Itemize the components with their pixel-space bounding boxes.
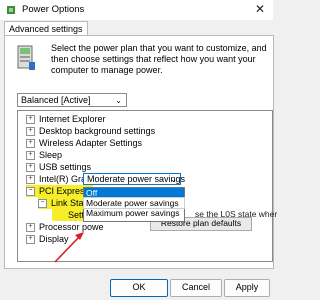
tree-item-processor-power[interactable]: + Processor powe [26, 221, 104, 233]
expand-icon[interactable]: + [26, 115, 35, 125]
expand-icon[interactable]: + [26, 235, 35, 245]
intro-text: Select the power plan that you want to c… [51, 43, 267, 75]
chevron-down-icon: ⌄ [170, 175, 177, 184]
power-plan-icon [17, 45, 35, 70]
collapse-icon[interactable]: − [26, 187, 35, 197]
expand-icon[interactable]: + [26, 139, 35, 149]
title-bar: Power Options ✕ [0, 0, 273, 20]
expand-icon[interactable]: + [26, 151, 35, 161]
tree-item-label: PCI Express [39, 186, 90, 196]
ok-button[interactable]: OK [110, 279, 168, 297]
power-options-icon [7, 6, 15, 14]
cancel-button[interactable]: Cancel [170, 279, 222, 297]
expand-icon[interactable]: + [26, 163, 35, 173]
tree-item-wireless-adapter[interactable]: + Wireless Adapter Settings [26, 137, 142, 149]
collapse-icon[interactable]: − [38, 199, 47, 209]
advanced-settings-panel: Select the power plan that you want to c… [4, 35, 277, 269]
tree-item-usb-settings[interactable]: + USB settings [26, 161, 91, 173]
link-state-options-list[interactable]: Off Moderate power savings Maximum power… [83, 187, 185, 222]
chevron-down-icon: ⌄ [115, 96, 122, 105]
tree-item-label: Processor powe [39, 222, 104, 232]
link-state-setting-select[interactable]: Moderate power savings ⌄ [83, 173, 185, 185]
tree-item-internet-explorer[interactable]: + Internet Explorer [26, 113, 106, 125]
tree-item-label: Sleep [39, 150, 63, 160]
option-maximum-power-savings[interactable]: Maximum power savings [84, 208, 184, 218]
settings-tree[interactable]: + Internet Explorer + Desktop background s… [17, 110, 273, 262]
power-plan-select[interactable]: Balanced [Active] ⌄ [17, 93, 127, 107]
window-title: Power Options [22, 4, 85, 15]
tree-item-desktop-background[interactable]: + Desktop background settings [26, 125, 155, 137]
close-icon[interactable]: ✕ [255, 2, 265, 16]
expand-icon[interactable]: + [26, 175, 35, 185]
tree-item-label: Desktop background settings [39, 126, 156, 136]
expand-icon[interactable]: + [26, 127, 35, 137]
power-plan-value: Balanced [Active] [21, 95, 91, 105]
tree-item-label: Wireless Adapter Settings [39, 138, 143, 148]
tree-item-sleep[interactable]: + Sleep [26, 149, 62, 161]
option-moderate-power-savings[interactable]: Moderate power savings [83, 197, 185, 209]
expand-icon[interactable]: + [26, 223, 35, 233]
tree-item-label: USB settings [39, 162, 92, 172]
tree-item-display[interactable]: + Display [26, 233, 69, 245]
tree-item-label: Internet Explorer [39, 114, 106, 124]
tree-item-label: Display [39, 234, 69, 244]
apply-button[interactable]: Apply [224, 279, 270, 297]
option-off[interactable]: Off [84, 188, 184, 198]
